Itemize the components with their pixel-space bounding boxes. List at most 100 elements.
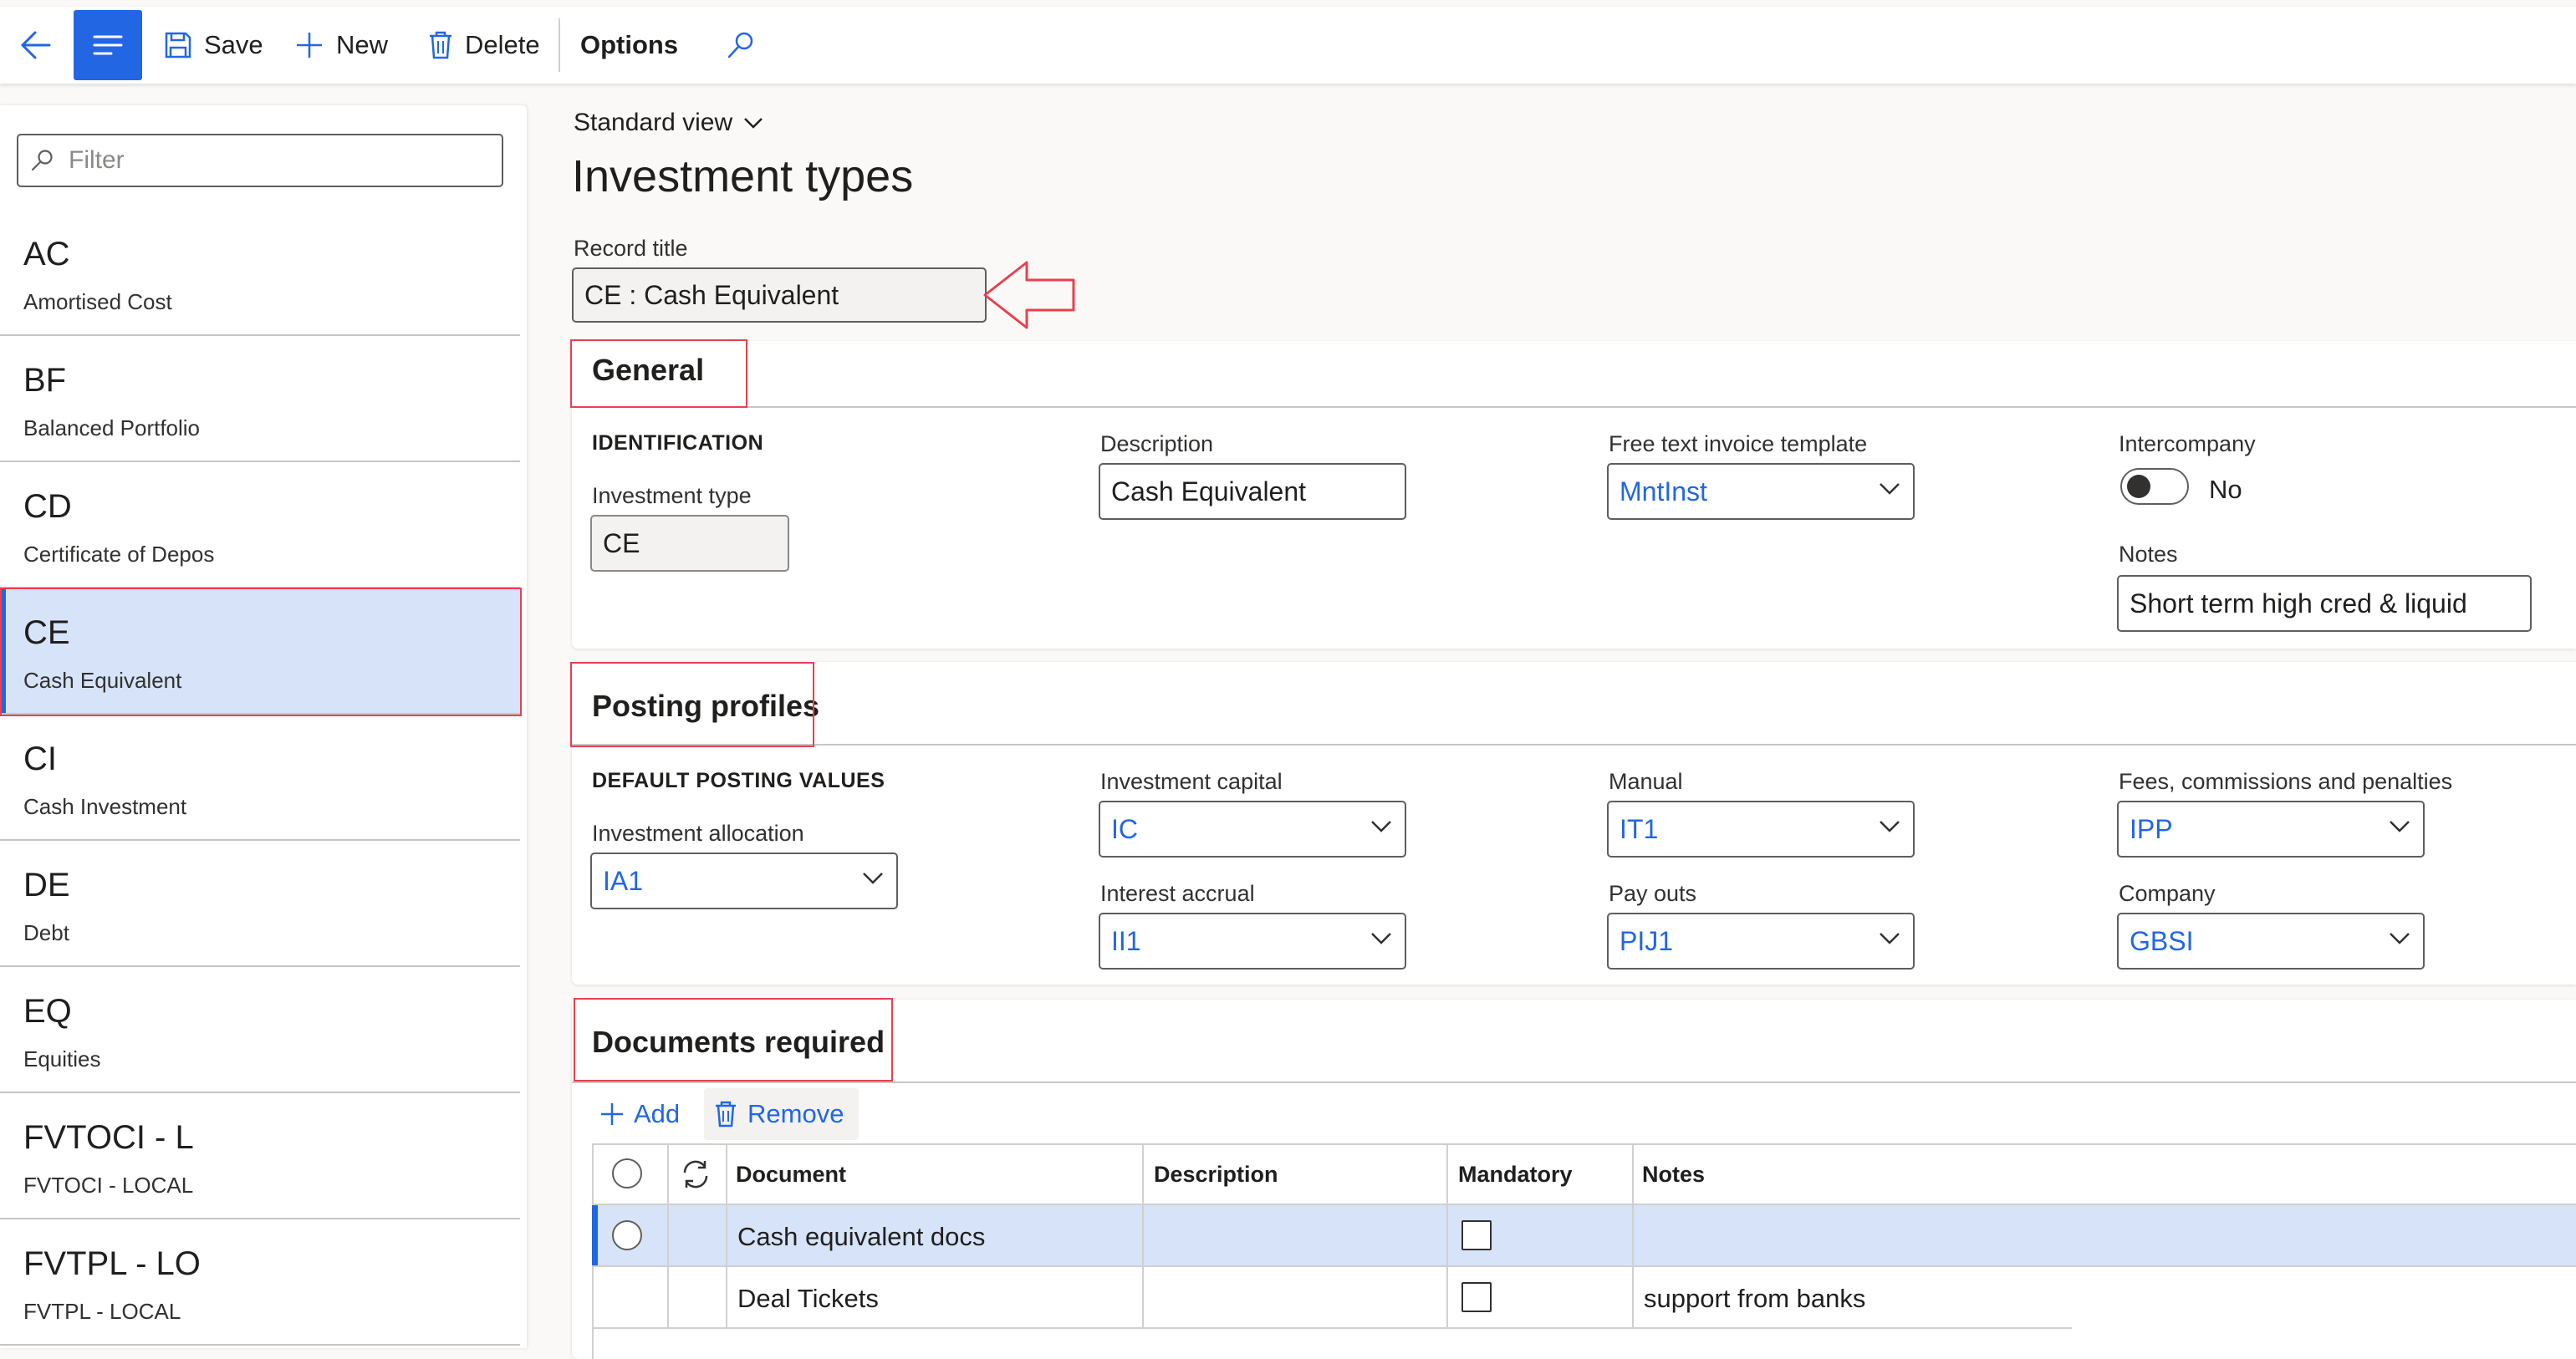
chevron-down-icon [1371,821,1391,832]
view-selector[interactable]: Standard view [574,109,764,137]
chevron-down-icon [744,118,763,129]
grid-border [592,1143,2576,1145]
grid-border [1446,1205,1448,1265]
investment-type-value: CE [603,527,640,558]
chevron-down-icon [2390,821,2410,832]
list-item[interactable]: CI Cash Investment [0,715,520,841]
fees-label: Fees, commissions and penalties [2119,769,2453,794]
chevron-down-icon [863,873,883,884]
list-item-code: CE [23,614,70,651]
save-button[interactable]: Save [164,7,263,84]
manual-select[interactable]: IT1 [1607,801,1915,858]
investment-capital-value: IC [1111,813,1138,844]
intercompany-toggle[interactable] [2120,468,2189,505]
notes-label: Notes [2119,542,2178,567]
selection-indicator [0,589,6,713]
page-title: Investment types [572,151,914,201]
new-button[interactable]: New [294,7,388,84]
description-label: Description [1100,431,1214,456]
grid-border [726,1205,727,1265]
company-select[interactable]: GBSI [2117,913,2425,970]
free-text-template-label: Free text invoice template [1609,431,1868,456]
interest-accrual-select[interactable]: II1 [1099,913,1406,970]
list-item-description: FVTOCI - LOCAL [23,1173,194,1198]
investment-type-label: Investment type [592,483,752,508]
plus-icon [297,33,322,58]
show-list-button[interactable] [74,10,142,80]
select-all-radio[interactable] [612,1158,642,1188]
notes-cell[interactable]: support from banks [1644,1284,1865,1314]
posting-profiles-header[interactable] [572,662,2576,746]
new-label: New [336,30,389,59]
chevron-down-icon [1371,933,1391,944]
list-item[interactable]: DE Debt [0,842,520,967]
list-item[interactable]: AC Amortised Cost [0,211,520,336]
pay-outs-select[interactable]: PIJ1 [1607,913,1915,970]
column-header-mandatory[interactable]: Mandatory [1458,1162,1573,1188]
row-selection-indicator [592,1205,598,1265]
grid-border [1142,1205,1144,1265]
description-input[interactable]: Cash Equivalent [1099,463,1406,520]
column-header-description[interactable]: Description [1154,1162,1278,1188]
remove-document-button[interactable]: Remove [704,1088,860,1140]
document-cell[interactable]: Deal Tickets [737,1284,879,1314]
column-header-notes[interactable]: Notes [1642,1162,1705,1188]
list-item[interactable]: CE Cash Equivalent [0,589,520,715]
fees-select[interactable]: IPP [2117,801,2425,858]
row-select-radio[interactable] [612,1220,642,1250]
plus-icon [601,1103,623,1125]
view-name: Standard view [574,109,733,136]
toggle-knob [2127,475,2150,498]
document-cell[interactable]: Cash equivalent docs [737,1222,985,1252]
list-item[interactable]: EQ Equities [0,968,520,1093]
list-item[interactable]: FVTPL - LO FVTPL - LOCAL [0,1220,520,1346]
chevron-down-icon [1880,821,1900,832]
list-item[interactable]: CD Certificate of Depos [0,463,520,588]
list-item-description: Balanced Portfolio [23,415,201,440]
general-header[interactable] [572,341,2576,408]
back-button[interactable] [18,7,52,84]
free-text-template-value: MntInst [1620,476,1707,506]
investment-capital-select[interactable]: IC [1099,801,1406,858]
filter-field[interactable] [17,134,503,187]
documents-grid: Document Description Mandatory Notes Cas… [592,1143,2576,1359]
manual-label: Manual [1609,769,1683,794]
delete-label: Delete [465,30,540,59]
list-item-code: BF [23,362,67,399]
mandatory-checkbox[interactable] [1461,1282,1492,1312]
list-item[interactable]: FVTOCI - L FVTOCI - LOCAL [0,1094,520,1219]
filter-input[interactable] [67,145,472,176]
intercompany-value: No [2209,475,2242,504]
list-item-code: EQ [23,993,72,1030]
notes-value: Short term high cred & liquid [2130,588,2467,618]
table-row[interactable]: Cash equivalent docs [592,1205,2576,1265]
grid-border [667,1205,669,1265]
table-row[interactable]: Deal Tickets support from banks [592,1267,2072,1327]
delete-button[interactable]: Delete [428,7,540,84]
remove-label: Remove [747,1099,844,1128]
list-item[interactable]: BF Balanced Portfolio [0,337,520,462]
refresh-icon[interactable] [680,1158,712,1190]
general-section: General IDENTIFICATION Investment type C… [572,341,2576,649]
options-tab[interactable]: Options [580,7,678,84]
mandatory-checkbox[interactable] [1461,1220,1492,1250]
list-item-code: DE [23,867,70,903]
free-text-template-select[interactable]: MntInst [1607,463,1915,520]
chevron-down-icon [2390,933,2410,944]
manual-value: IT1 [1620,813,1659,844]
investment-allocation-select[interactable]: IA1 [590,853,898,909]
add-document-button[interactable]: Add [599,1092,680,1137]
company-value: GBSI [2130,925,2194,956]
posting-profiles-section: Posting profiles DEFAULT POSTING VALUES … [572,662,2576,985]
default-posting-values-group-title: DEFAULT POSTING VALUES [592,769,885,792]
column-header-document[interactable]: Document [736,1162,846,1188]
list-item-code: FVTPL - LO [23,1245,201,1282]
list-item-code: CD [23,488,72,525]
annotation-arrow-icon [983,261,1075,329]
add-label: Add [634,1099,681,1128]
notes-input[interactable]: Short term high cred & liquid [2117,575,2532,632]
search-button[interactable] [726,7,756,84]
list-item-code: AC [23,236,70,272]
description-value: Cash Equivalent [1111,476,1307,506]
grid-border [592,1327,2072,1329]
